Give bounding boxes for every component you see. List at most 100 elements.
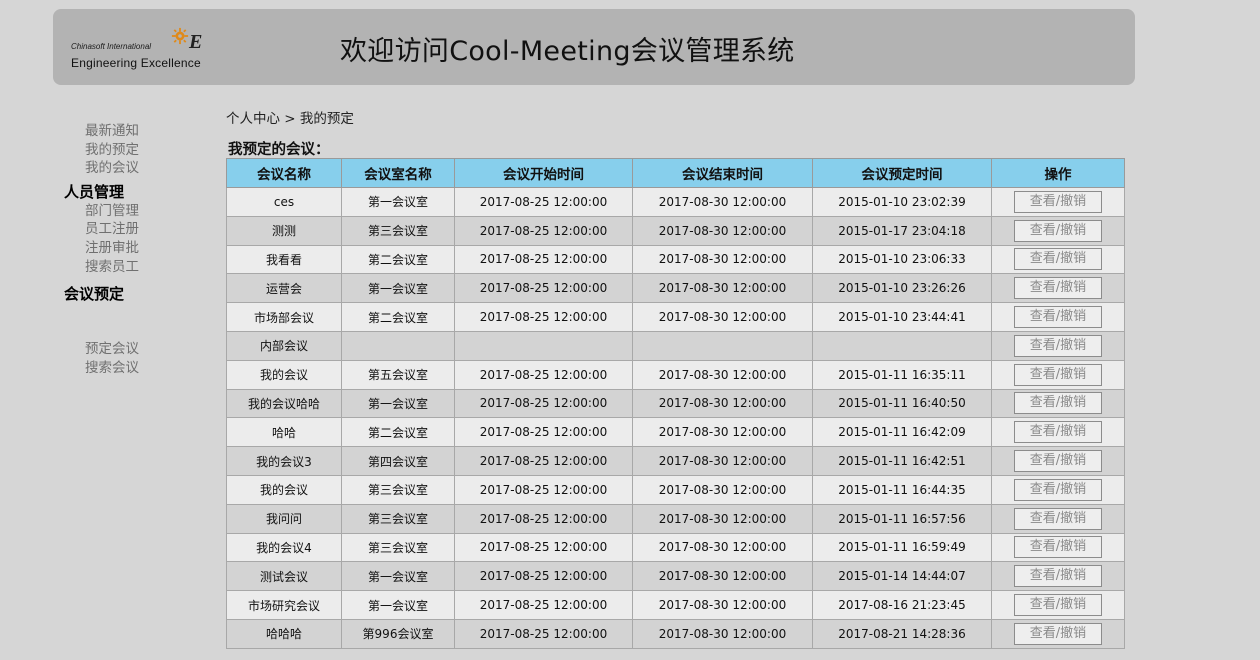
view-cancel-button[interactable]: 查看/撤销 (1014, 363, 1102, 386)
cell-room-name: 第一会议室 (341, 187, 455, 217)
table-row: ces 第一会议室 2017-08-25 12:00:00 2017-08-30 12… (226, 187, 1125, 217)
column-header-start-time: 会议开始时间 (454, 158, 633, 188)
cell-booked-time: 2015-01-17 23:04:18 (812, 215, 992, 246)
logo-mark: E (189, 31, 203, 53)
cell-actions: 查看/撤销 (991, 187, 1125, 217)
logo-tagline: Chinasoft International (71, 42, 152, 51)
view-cancel-button[interactable]: 查看/撤销 (1014, 334, 1102, 357)
cell-meeting-name: 市场部会议 (226, 302, 342, 332)
cell-end-time: 2017-08-30 12:00:00 (632, 273, 813, 304)
sidebar-heading-staff: 人员管理 (64, 182, 125, 201)
sidebar-item-my-meetings[interactable]: 我的会议 (60, 159, 210, 178)
table-row: 我的会议 第三会议室 2017-08-25 12:00:00 2017-08-30 1… (226, 474, 1125, 505)
cell-booked-time: 2015-01-11 16:42:09 (812, 417, 992, 448)
cell-booked-time: 2015-01-11 16:40:50 (812, 388, 992, 419)
cell-start-time: 2017-08-25 12:00:00 (454, 244, 633, 275)
table-row: 市场部会议 第二会议室 2017-08-25 12:00:00 2017-08-30 … (226, 302, 1125, 332)
cell-meeting-name: 内部会议 (226, 330, 342, 361)
cell-actions: 查看/撤销 (991, 244, 1125, 275)
table-row: 哈哈哈 第996会议室 2017-08-25 12:00:00 2017-08-30 … (226, 618, 1125, 649)
cell-booked-time: 2015-01-10 23:26:26 (812, 273, 992, 304)
cell-start-time: 2017-08-25 12:00:00 (454, 590, 633, 620)
cell-room-name: 第五会议室 (341, 359, 455, 390)
table-row: 哈哈 第二会议室 2017-08-25 12:00:00 2017-08-30 12:… (226, 417, 1125, 448)
reservations-table: 会议名称 会议室名称 会议开始时间 会议结束时间 会议预定时间 操作 ces 第一… (226, 158, 1125, 649)
cell-end-time: 2017-08-30 12:00:00 (632, 474, 813, 505)
sidebar-item-search-employee[interactable]: 搜索员工 (60, 258, 210, 277)
cell-start-time: 2017-08-25 12:00:00 (454, 561, 633, 592)
cell-meeting-name: 测测 (226, 215, 342, 246)
cell-end-time: 2017-08-30 12:00:00 (632, 187, 813, 217)
table-row: 我的会议 第五会议室 2017-08-25 12:00:00 2017-08-30 1… (226, 359, 1125, 390)
cell-actions: 查看/撤销 (991, 417, 1125, 448)
cell-booked-time (812, 330, 992, 361)
view-cancel-button[interactable]: 查看/撤销 (1014, 277, 1102, 300)
cell-start-time: 2017-08-25 12:00:00 (454, 503, 633, 534)
cell-start-time: 2017-08-25 12:00:00 (454, 388, 633, 419)
cell-booked-time: 2015-01-11 16:59:49 (812, 532, 992, 563)
sidebar-item-book-meeting[interactable]: 预定会议 (60, 340, 210, 359)
column-header-room-name: 会议室名称 (341, 158, 455, 188)
cell-room-name (341, 330, 455, 361)
view-cancel-button[interactable]: 查看/撤销 (1014, 248, 1102, 271)
cell-end-time: 2017-08-30 12:00:00 (632, 417, 813, 448)
cell-meeting-name: 我看看 (226, 244, 342, 275)
cell-meeting-name: 测试会议 (226, 561, 342, 592)
view-cancel-button[interactable]: 查看/撤销 (1014, 536, 1102, 559)
cell-meeting-name: 我的会议3 (226, 446, 342, 476)
table-row: 我的会议哈哈 第一会议室 2017-08-25 12:00:00 2017-08-30… (226, 388, 1125, 419)
page-header: Chinasoft International Engineering Exce… (53, 9, 1135, 85)
table-header-row: 会议名称 会议室名称 会议开始时间 会议结束时间 会议预定时间 操作 (226, 158, 1125, 188)
sidebar-item-register-employee[interactable]: 员工注册 (60, 220, 210, 239)
view-cancel-button[interactable]: 查看/撤销 (1014, 306, 1102, 329)
logo-slogan: Engineering Excellence (71, 56, 201, 70)
sidebar-item-my-reservations[interactable]: 我的预定 (60, 141, 210, 160)
view-cancel-button[interactable]: 查看/撤销 (1014, 478, 1102, 501)
gear-logo-icon (171, 27, 189, 45)
cell-room-name: 第996会议室 (341, 618, 455, 649)
cell-booked-time: 2015-01-11 16:57:56 (812, 503, 992, 534)
cell-room-name: 第一会议室 (341, 273, 455, 304)
company-logo: Chinasoft International Engineering Exce… (69, 25, 219, 70)
cell-end-time: 2017-08-30 12:00:00 (632, 590, 813, 620)
cell-booked-time: 2017-08-21 14:28:36 (812, 618, 992, 649)
view-cancel-button[interactable]: 查看/撤销 (1014, 507, 1102, 530)
cell-booked-time: 2017-08-16 21:23:45 (812, 590, 992, 620)
view-cancel-button[interactable]: 查看/撤销 (1014, 421, 1102, 444)
cell-actions: 查看/撤销 (991, 590, 1125, 620)
view-cancel-button[interactable]: 查看/撤销 (1014, 450, 1102, 473)
cell-end-time: 2017-08-30 12:00:00 (632, 388, 813, 419)
sidebar-item-departments[interactable]: 部门管理 (60, 202, 210, 221)
table-row: 我的会议4 第三会议室 2017-08-25 12:00:00 2017-08-30 … (226, 532, 1125, 563)
cell-meeting-name: ces (226, 187, 342, 217)
table-row: 市场研究会议 第一会议室 2017-08-25 12:00:00 2017-08-30… (226, 590, 1125, 620)
cell-end-time (632, 330, 813, 361)
view-cancel-button[interactable]: 查看/撤销 (1014, 565, 1102, 588)
sidebar-item-latest-notices[interactable]: 最新通知 (60, 122, 210, 141)
sidebar-item-approvals[interactable]: 注册审批 (60, 239, 210, 258)
cell-meeting-name: 我的会议 (226, 359, 342, 390)
cell-booked-time: 2015-01-10 23:06:33 (812, 244, 992, 275)
cell-booked-time: 2015-01-14 14:44:07 (812, 561, 992, 592)
view-cancel-button[interactable]: 查看/撤销 (1014, 219, 1102, 242)
view-cancel-button[interactable]: 查看/撤销 (1014, 622, 1102, 645)
cell-meeting-name: 哈哈 (226, 417, 342, 448)
cell-actions: 查看/撤销 (991, 330, 1125, 361)
site-title: 欢迎访问Cool-Meeting会议管理系统 (340, 36, 795, 67)
view-cancel-button[interactable]: 查看/撤销 (1014, 190, 1102, 213)
cell-booked-time: 2015-01-10 23:02:39 (812, 187, 992, 217)
cell-actions: 查看/撤销 (991, 503, 1125, 534)
cell-actions: 查看/撤销 (991, 388, 1125, 419)
view-cancel-button[interactable]: 查看/撤销 (1014, 594, 1102, 617)
view-cancel-button[interactable]: 查看/撤销 (1014, 392, 1102, 415)
cell-room-name: 第二会议室 (341, 417, 455, 448)
cell-room-name: 第三会议室 (341, 215, 455, 246)
cell-meeting-name: 我的会议哈哈 (226, 388, 342, 419)
cell-room-name: 第三会议室 (341, 503, 455, 534)
cell-room-name: 第三会议室 (341, 474, 455, 505)
cell-room-name: 第一会议室 (341, 590, 455, 620)
cell-actions: 查看/撤销 (991, 359, 1125, 390)
sidebar-heading-meetings: 会议预定 (64, 285, 125, 304)
sidebar-item-search-meeting[interactable]: 搜索会议 (60, 359, 210, 378)
column-header-booked-time: 会议预定时间 (812, 158, 992, 188)
